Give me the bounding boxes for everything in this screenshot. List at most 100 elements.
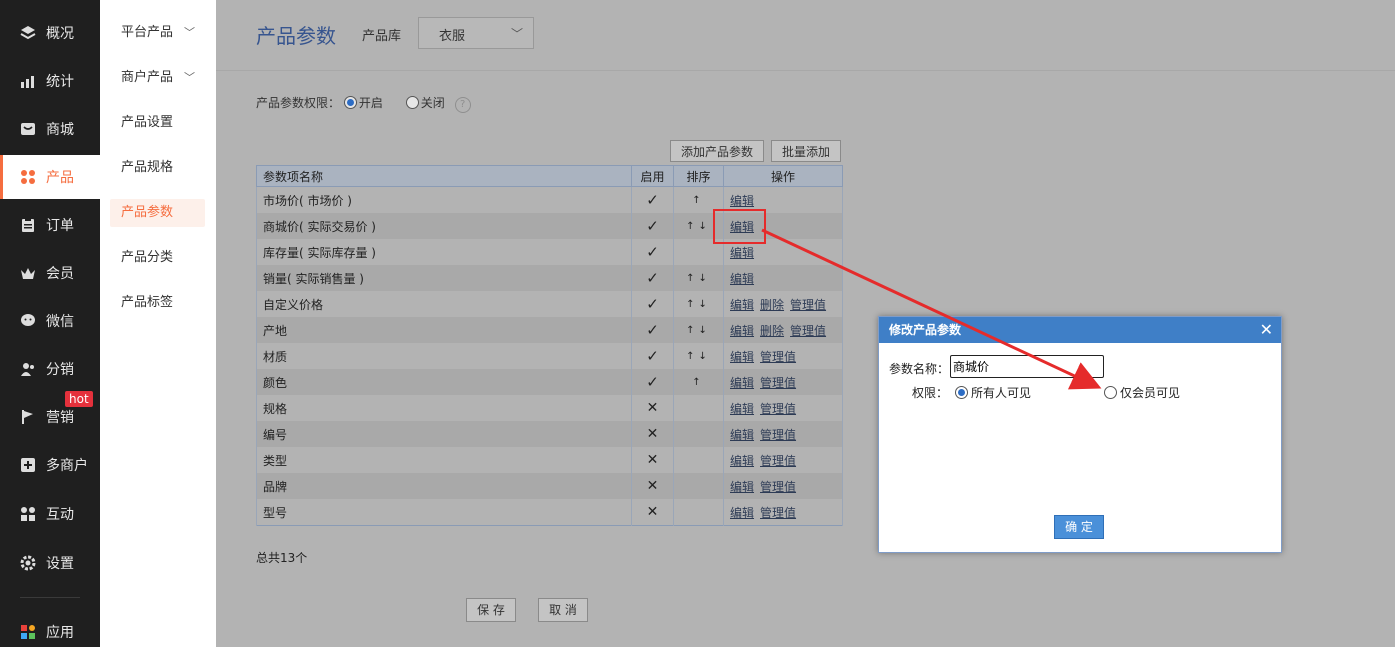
- op-link[interactable]: 管理值: [790, 298, 826, 312]
- cross-icon[interactable]: ✕: [631, 447, 674, 473]
- check-icon[interactable]: ✓: [631, 291, 674, 317]
- op-link[interactable]: 删除: [760, 298, 784, 312]
- merchant-icon: [21, 458, 35, 472]
- op-link[interactable]: 删除: [760, 324, 784, 338]
- op-link[interactable]: 管理值: [760, 506, 796, 520]
- sort-arrows[interactable]: [673, 473, 724, 499]
- subnav-product-params[interactable]: 产品参数: [110, 199, 205, 227]
- subnav-product-settings[interactable]: 产品设置: [110, 109, 205, 137]
- op-link[interactable]: 编辑: [730, 454, 754, 468]
- radio-member-circle[interactable]: [1104, 386, 1117, 399]
- check-icon[interactable]: ✓: [631, 239, 674, 265]
- param-name-cell: 规格: [256, 395, 632, 421]
- op-link[interactable]: 管理值: [760, 428, 796, 442]
- nav-item-settings[interactable]: 设置: [0, 541, 100, 585]
- check-icon[interactable]: ✓: [631, 343, 674, 369]
- hot-badge: hot: [65, 391, 93, 407]
- op-link[interactable]: 编辑: [730, 324, 754, 338]
- nav-item-members[interactable]: 会员: [0, 251, 100, 295]
- close-icon[interactable]: ✕: [1260, 317, 1273, 343]
- table-row: 产地 ✓ ↑↓ 编辑 删除 管理值: [256, 317, 843, 343]
- table-row: 颜色 ✓ ↑ 编辑 管理值: [256, 369, 843, 395]
- subnav-product-tags[interactable]: 产品标签: [110, 289, 205, 317]
- interact-icon: [21, 507, 35, 521]
- nav-item-apps[interactable]: 应用: [0, 610, 100, 654]
- subnav-platform-products[interactable]: 平台产品 ﹀: [110, 19, 205, 47]
- cancel-button[interactable]: 取 消: [538, 598, 588, 622]
- check-icon[interactable]: ✓: [631, 186, 674, 213]
- batch-add-button[interactable]: 批量添加: [771, 140, 841, 162]
- op-link[interactable]: 编辑: [730, 246, 754, 260]
- gear-icon: [20, 555, 36, 571]
- main-nav: 概况 统计 商城 产品 订单 会员 微信 分销 营销 hot 多商户 互动 设置…: [0, 0, 100, 647]
- sort-arrows[interactable]: [673, 447, 724, 473]
- sort-arrows[interactable]: ↑: [673, 369, 724, 395]
- radio-all-circle[interactable]: [955, 386, 968, 399]
- nav-item-overview[interactable]: 概况: [0, 11, 100, 55]
- nav-item-wechat[interactable]: 微信: [0, 299, 100, 343]
- sort-arrows[interactable]: [673, 421, 724, 447]
- sort-arrows[interactable]: ↑↓: [673, 343, 724, 369]
- table-row: 品牌 ✕ 编辑 管理值: [256, 473, 843, 499]
- confirm-button[interactable]: 确 定: [1054, 515, 1104, 539]
- cross-icon[interactable]: ✕: [631, 395, 674, 421]
- radio-member[interactable]: 仅会员可见: [1104, 384, 1180, 401]
- sort-arrows[interactable]: [673, 395, 724, 421]
- nav-item-interaction[interactable]: 互动: [0, 492, 100, 536]
- subnav-product-specs[interactable]: 产品规格: [110, 154, 205, 182]
- clipboard-icon: [22, 218, 34, 232]
- nav-item-orders[interactable]: 订单: [0, 203, 100, 247]
- radio-on[interactable]: [343, 96, 357, 109]
- radio-all[interactable]: 所有人可见: [955, 384, 1031, 401]
- op-link[interactable]: 编辑: [730, 376, 754, 390]
- users-icon: [21, 363, 34, 376]
- op-link[interactable]: 编辑: [730, 298, 754, 312]
- nav-item-multi-merchant[interactable]: 多商户: [0, 443, 100, 487]
- cross-icon[interactable]: ✕: [631, 421, 674, 447]
- highlight-box-edit: [713, 209, 766, 244]
- op-link[interactable]: 管理值: [760, 402, 796, 416]
- param-name-cell: 材质: [256, 343, 632, 369]
- op-link[interactable]: 管理值: [790, 324, 826, 338]
- op-link[interactable]: 管理值: [760, 480, 796, 494]
- op-link[interactable]: 编辑: [730, 194, 754, 208]
- sort-arrows[interactable]: ↑↓: [673, 317, 724, 343]
- nav-item-stats[interactable]: 统计: [0, 59, 100, 103]
- op-link[interactable]: 编辑: [730, 506, 754, 520]
- op-link[interactable]: 编辑: [730, 350, 754, 364]
- library-label: 产品库: [362, 29, 402, 44]
- op-link[interactable]: 编辑: [730, 402, 754, 416]
- op-link[interactable]: 编辑: [730, 428, 754, 442]
- op-link[interactable]: 管理值: [760, 454, 796, 468]
- table-row: 规格 ✕ 编辑 管理值: [256, 395, 843, 421]
- sort-arrows[interactable]: [673, 499, 724, 526]
- check-icon[interactable]: ✓: [631, 317, 674, 343]
- check-icon[interactable]: ✓: [631, 213, 674, 239]
- param-name-input[interactable]: [950, 355, 1104, 378]
- nav-divider: [20, 597, 80, 598]
- table-row: 类型 ✕ 编辑 管理值: [256, 447, 843, 473]
- sort-arrows[interactable]: ↑↓: [673, 291, 724, 317]
- nav-item-distribution[interactable]: 分销: [0, 347, 100, 391]
- add-param-button[interactable]: 添加产品参数: [670, 140, 764, 162]
- subnav-merchant-products[interactable]: 商户产品 ﹀: [110, 64, 205, 92]
- check-icon[interactable]: ✓: [631, 369, 674, 395]
- check-icon[interactable]: ✓: [631, 265, 674, 291]
- op-link[interactable]: 编辑: [730, 480, 754, 494]
- library-select[interactable]: 衣服 ﹀: [418, 17, 534, 49]
- op-link[interactable]: 管理值: [760, 376, 796, 390]
- table-row: 型号 ✕ 编辑 管理值: [256, 499, 843, 526]
- subnav-product-categories[interactable]: 产品分类: [110, 244, 205, 272]
- help-icon[interactable]: ?: [454, 97, 471, 113]
- op-link[interactable]: 管理值: [760, 350, 796, 364]
- cross-icon[interactable]: ✕: [631, 499, 674, 526]
- op-link[interactable]: 编辑: [730, 272, 754, 286]
- nav-item-products[interactable]: 产品: [0, 155, 100, 199]
- param-name-cell: 销量( 实际销售量 ): [256, 265, 632, 291]
- edit-param-dialog: 修改产品参数 ✕ 参数名称： 权限： 所有人可见 仅会员可见 确 定: [878, 316, 1282, 553]
- nav-item-store[interactable]: 商城: [0, 107, 100, 151]
- cross-icon[interactable]: ✕: [631, 473, 674, 499]
- radio-off[interactable]: [405, 96, 419, 109]
- save-button[interactable]: 保 存: [466, 598, 516, 622]
- sort-arrows[interactable]: ↑↓: [673, 265, 724, 291]
